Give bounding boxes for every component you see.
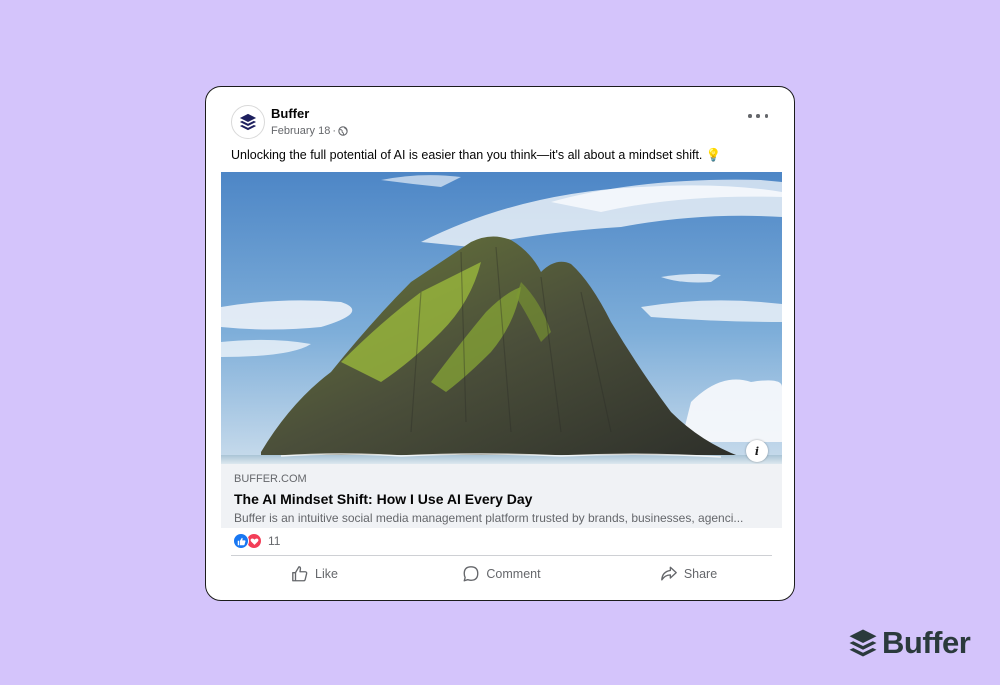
link-description: Buffer is an intuitive social media mana…: [234, 511, 744, 525]
page-avatar[interactable]: [231, 105, 265, 139]
comment-label: Comment: [486, 567, 541, 581]
date-separator: ·: [332, 125, 336, 137]
comment-icon: [463, 566, 479, 582]
reaction-count[interactable]: 11: [268, 534, 280, 548]
like-label: Like: [315, 567, 338, 581]
post-text: Unlocking the full potential of AI is ea…: [231, 148, 722, 162]
page-name[interactable]: Buffer: [271, 106, 348, 122]
globe-icon: [338, 126, 348, 136]
post-date-line: February 18 ·: [271, 124, 348, 138]
link-domain: BUFFER.COM: [234, 473, 307, 485]
share-label: Share: [683, 567, 718, 581]
comment-button[interactable]: Comment: [408, 557, 595, 591]
more-options-icon[interactable]: [748, 111, 768, 121]
share-button[interactable]: Share: [595, 557, 782, 591]
link-preview-info[interactable]: BUFFER.COM The AI Mindset Shift: How I U…: [221, 464, 782, 528]
link-preview-image[interactable]: i: [221, 172, 782, 464]
post-date[interactable]: February 18: [271, 124, 330, 138]
info-icon[interactable]: i: [746, 440, 768, 462]
buffer-stack-icon: [849, 629, 877, 657]
thumbs-up-icon: [292, 566, 308, 582]
buffer-logo-icon: [239, 113, 257, 131]
share-icon: [660, 566, 677, 581]
post-actions: Like Comment Share: [221, 557, 782, 591]
link-title[interactable]: The AI Mindset Shift: How I Use AI Every…: [234, 490, 769, 508]
brand-name: Buffer: [882, 625, 971, 660]
like-button[interactable]: Like: [221, 557, 408, 591]
island-image: [221, 172, 782, 464]
reactions-summary[interactable]: 11: [233, 533, 280, 549]
facebook-post-card: Buffer February 18 · Unlocking the full …: [205, 86, 795, 601]
like-reaction-icon: [233, 533, 249, 549]
post-header: Buffer February 18 ·: [231, 105, 348, 139]
divider: [231, 555, 772, 556]
buffer-brand-logo: Buffer: [848, 625, 971, 661]
